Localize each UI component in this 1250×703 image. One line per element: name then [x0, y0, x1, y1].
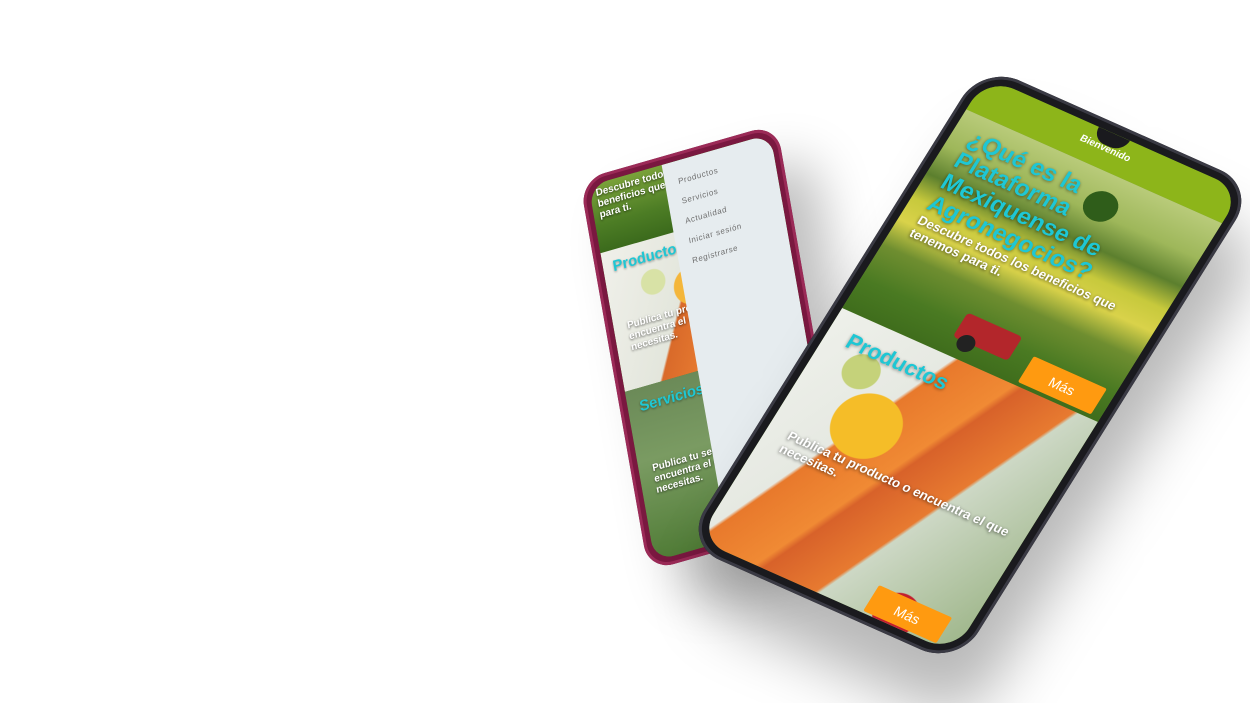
menu-item-servicios[interactable]: Servicios: [681, 186, 719, 205]
menu-item-actualidad[interactable]: Actualidad: [684, 205, 727, 226]
mockup-scene: Descubre todos los beneficios que tenemo…: [0, 0, 1250, 703]
tractor-image: [952, 312, 1023, 361]
menu-item-productos[interactable]: Productos: [678, 166, 719, 186]
menu-item-registrarse[interactable]: Registrarse: [691, 243, 738, 265]
back-services-title: Servicios: [638, 380, 706, 416]
menu-item-iniciar-sesion[interactable]: Iniciar sesión: [688, 221, 743, 245]
products-description: Publica tu producto o encuentra el que n…: [776, 428, 1013, 540]
